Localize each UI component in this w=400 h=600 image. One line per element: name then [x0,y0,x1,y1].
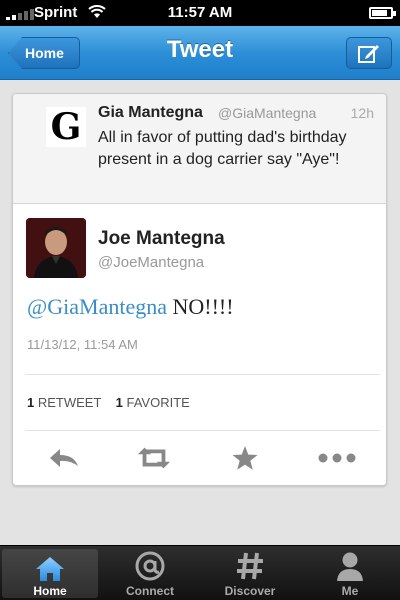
tab-label: Me [341,584,359,598]
more-icon [318,453,356,463]
retweet-label: RETWEET [37,395,102,410]
page-title: Tweet [166,36,234,63]
retweet-count-link[interactable]: 1 RETWEET [27,395,101,410]
tweet-date: 11/13/12, 11:54 AM [27,337,138,352]
tweet-detail-card: G Gia Mantegna @GiaMantegna 12h All in f… [12,93,387,486]
divider [25,430,380,431]
author-name: Gia Mantegna [98,104,203,121]
tab-home[interactable]: Home [2,549,98,598]
home-icon [2,554,98,584]
in-reply-to-tweet[interactable]: G Gia Mantegna @GiaMantegna 12h All in f… [13,94,386,204]
tab-label: Home [33,584,67,598]
hashtag-icon [200,551,300,581]
reply-button[interactable] [46,444,82,472]
mention-link[interactable]: @GiaMantegna [27,294,167,319]
favorite-count-link[interactable]: 1 FAVORITE [116,395,190,410]
tab-connect[interactable]: Connect [100,546,200,600]
tab-discover[interactable]: Discover [200,546,300,600]
author-handle: @JoeMantegna [98,254,205,271]
more-button[interactable] [317,444,357,472]
favorite-icon [232,446,258,470]
tweet-text: All in favor of putting dad's birthday p… [98,129,347,168]
status-bar: Sprint 11:57 AM [0,0,400,26]
author-handle: @GiaMantegna [218,105,317,121]
navigation-bar: Home Tweet [0,26,400,80]
tab-bar: Home Connect Discover Me [0,545,400,600]
compose-icon [358,45,379,63]
favorite-button[interactable] [227,444,263,472]
retweet-button[interactable] [136,444,172,472]
retweet-icon [137,447,171,469]
reply-icon [50,449,78,467]
divider [25,374,380,375]
tab-label: Connect [126,584,174,598]
tweet-timestamp: 12h [350,105,374,121]
tweet-stats: 1 RETWEET 1 FAVORITE [27,395,190,410]
retweet-count: 1 [27,395,35,410]
tweet-text-body: NO!!!! [167,294,234,319]
compose-button[interactable] [346,37,392,69]
at-icon [100,551,200,581]
tab-label: Discover [224,584,276,598]
clock: 11:57 AM [167,4,233,21]
tab-me[interactable]: Me [300,546,400,600]
favorite-label: FAVORITE [126,395,190,410]
battery-icon [369,7,396,19]
author-name: Joe Mantegna [98,228,225,249]
favorite-count: 1 [115,395,123,410]
person-icon [300,551,400,581]
avatar[interactable]: G [46,107,86,147]
tweet-text: @GiaMantegna NO!!!! [27,294,234,320]
battery-level [372,10,388,16]
avatar[interactable] [26,218,86,278]
